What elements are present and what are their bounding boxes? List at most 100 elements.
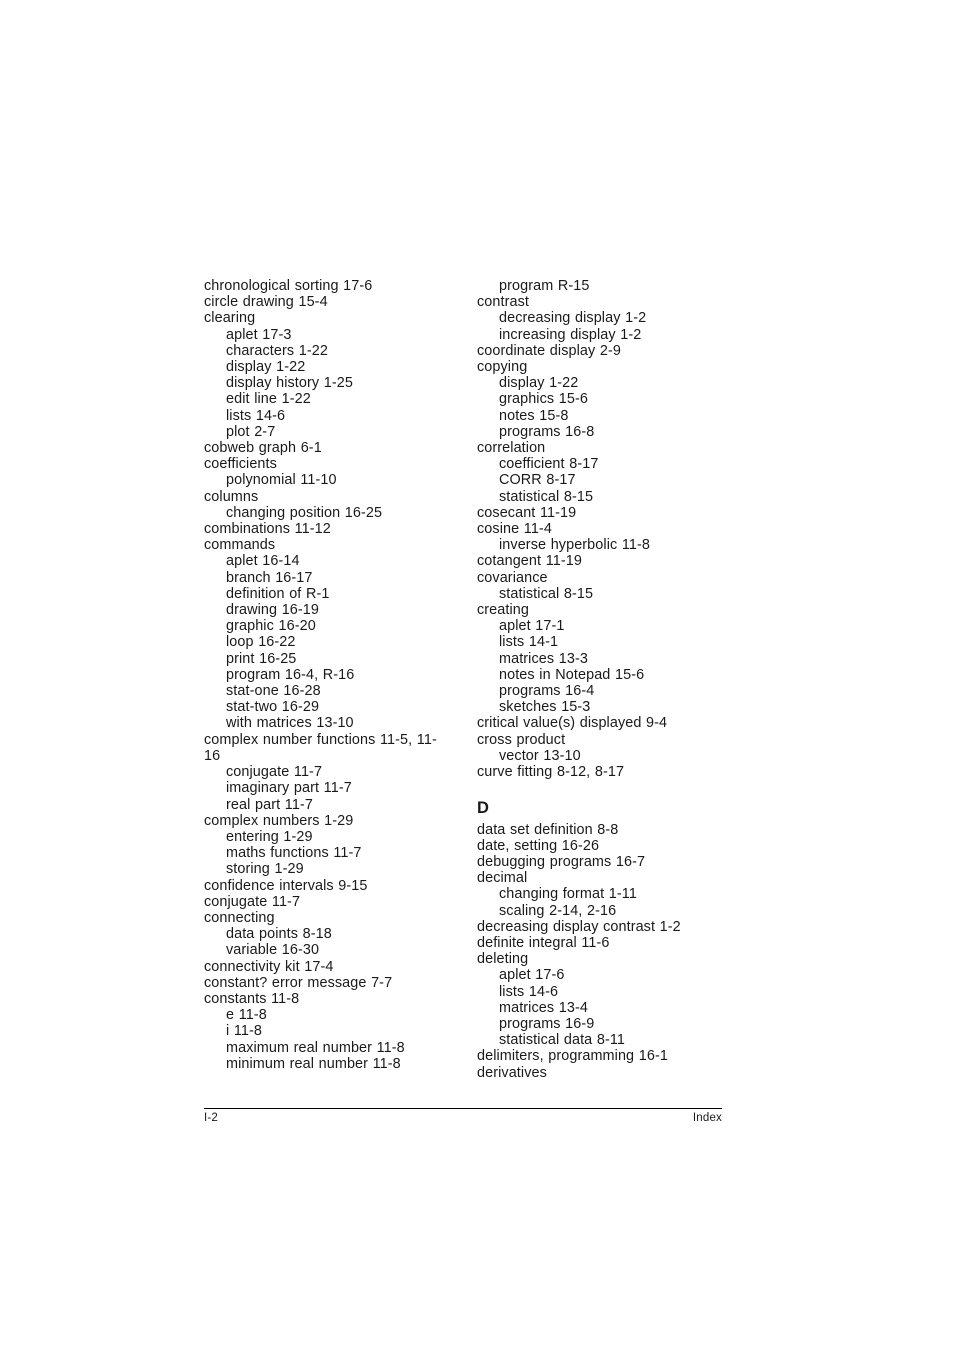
index-entry: connecting	[204, 909, 275, 926]
index-entry: columns	[204, 488, 259, 505]
index-subentry: aplet 17-3	[226, 326, 292, 343]
index-entry: copying	[477, 359, 528, 376]
index-subentry: stat-two 16-29	[226, 699, 320, 716]
index-entry: constant? error message 7-7	[204, 974, 393, 991]
index-entry: cotangent 11-19	[477, 553, 582, 570]
index-subentry: aplet 16-14	[226, 553, 300, 570]
index-subentry: graphic 16-20	[226, 618, 316, 635]
index-entry: deleting	[477, 951, 529, 968]
index-subentry: characters 1-22	[226, 342, 328, 359]
index-subentry: program 16-4, R-16	[226, 666, 355, 683]
index-entry: chronological sorting 17-6	[204, 278, 373, 294]
index-entry: definite integral 11-6	[477, 934, 610, 951]
index-subentry: statistical 8-15	[499, 488, 594, 505]
index-subentry: definition of R-1	[226, 585, 330, 602]
footer-section-label: Index	[692, 1112, 722, 1124]
index-letter-heading: D	[477, 799, 490, 818]
index-entry: date, setting 16-26	[477, 837, 600, 854]
index-subentry: lists 14-6	[499, 983, 559, 1000]
index-entry: contrast	[477, 294, 529, 311]
index-subentry: imaginary part 11-7	[226, 780, 352, 797]
index-column-right: program R-15 contrast decreasing display 1…	[477, 278, 722, 1081]
index-body: chronological sorting 17-6 circle drawing…	[204, 278, 724, 1096]
index-subentry: maximum real number 11-8	[226, 1039, 405, 1056]
index-subentry: maths functions 11-7	[226, 845, 362, 862]
index-entry: cobweb graph 6-1	[204, 440, 322, 457]
index-entry: conjugate 11-7	[204, 893, 301, 910]
index-entry: decimal	[477, 870, 528, 887]
index-subentry: vector 13-10	[499, 747, 581, 764]
index-subentry: drawing 16-19	[226, 602, 319, 619]
index-entry: commands	[204, 537, 276, 554]
index-entry: circle drawing 15-4	[204, 294, 328, 311]
index-subentry: statistical 8-15	[499, 585, 594, 602]
index-subentry: i 11-8	[226, 1023, 263, 1040]
index-subentry: with matrices 13-10	[226, 715, 354, 732]
index-subentry: graphics 15-6	[499, 391, 588, 408]
index-subentry: changing position 16-25	[226, 504, 383, 521]
index-subentry: decreasing display 1-2	[499, 310, 647, 327]
footer-row: I-2 Index	[204, 1109, 722, 1124]
index-entry: complex numbers 1-29	[204, 812, 354, 829]
index-entry: coefficients	[204, 456, 277, 473]
index-entry: covariance	[477, 569, 548, 586]
index-subentry: loop 16-22	[226, 634, 296, 651]
index-subentry: display history 1-25	[226, 375, 353, 392]
index-subentry: changing format 1-11	[499, 886, 637, 903]
index-subentry: print 16-25	[226, 650, 297, 667]
index-subentry: programs 16-4	[499, 683, 595, 700]
index-entry: complex number functions 11-5, 11-16	[204, 731, 437, 764]
index-entry: delimiters, programming 16-1	[477, 1048, 668, 1065]
index-subentry: lists 14-1	[499, 634, 559, 651]
index-subentry: lists 14-6	[226, 407, 286, 424]
index-entry: data set definition 8-8	[477, 821, 619, 838]
index-subentry: program R-15	[499, 278, 590, 294]
index-subentry: notes in Notepad 15-6	[499, 666, 645, 683]
index-subentry: real part 11-7	[226, 796, 313, 813]
index-subentry: minimum real number 11-8	[226, 1055, 401, 1072]
page-footer: I-2 Index	[204, 1108, 722, 1124]
index-subentry: CORR 8-17	[499, 472, 576, 489]
index-entry: correlation	[477, 440, 546, 457]
index-subentry: polynomial 11-10	[226, 472, 337, 489]
index-entry: combinations 11-12	[204, 521, 331, 538]
index-entry: confidence intervals 9-15	[204, 877, 368, 894]
index-entry: constants 11-8	[204, 990, 300, 1007]
index-subentry: plot 2-7	[226, 423, 276, 440]
index-entry: connectivity kit 17-4	[204, 958, 334, 975]
index-subentry: conjugate 11-7	[226, 764, 323, 781]
index-subentry: scaling 2-14, 2-16	[499, 902, 617, 919]
index-entry: creating	[477, 602, 529, 619]
index-subentry: e 11-8	[226, 1007, 267, 1024]
index-subentry: variable 16-30	[226, 942, 320, 959]
index-entry: cosecant 11-19	[477, 504, 577, 521]
index-subentry: storing 1-29	[226, 861, 304, 878]
index-entry: curve fitting 8-12, 8-17	[477, 764, 625, 781]
index-subentry: inverse hyperbolic 11-8	[499, 537, 651, 554]
index-subentry: branch 16-17	[226, 569, 313, 586]
index-entry: cross product	[477, 731, 566, 748]
index-entry: critical value(s) displayed 9-4	[477, 715, 668, 732]
index-subentry: matrices 13-4	[499, 999, 588, 1016]
index-subentry: entering 1-29	[226, 828, 313, 845]
index-entry: derivatives	[477, 1064, 547, 1081]
index-subentry: data points 8-18	[226, 926, 332, 943]
index-page: chronological sorting 17-6 circle drawing…	[0, 0, 954, 1351]
index-subentry: stat-one 16-28	[226, 683, 321, 700]
index-subentry: increasing display 1-2	[499, 326, 642, 343]
index-entry: debugging programs 16-7	[477, 853, 646, 870]
index-subentry: programs 16-8	[499, 423, 595, 440]
index-subentry: display 1-22	[499, 375, 579, 392]
index-subentry: sketches 15-3	[499, 699, 591, 716]
index-entry: cosine 11-4	[477, 521, 552, 538]
index-subentry: notes 15-8	[499, 407, 569, 424]
footer-page-number: I-2	[204, 1112, 219, 1124]
index-entry: clearing	[204, 310, 256, 327]
index-subentry: edit line 1-22	[226, 391, 311, 408]
index-subentry: display 1-22	[226, 359, 306, 376]
index-column-left: chronological sorting 17-6 circle drawing…	[204, 278, 449, 1072]
index-entry: decreasing display contrast 1-2	[477, 918, 681, 935]
index-entry: coordinate display 2-9	[477, 342, 621, 359]
index-subentry: programs 16-9	[499, 1015, 595, 1032]
index-subentry: aplet 17-1	[499, 618, 565, 635]
